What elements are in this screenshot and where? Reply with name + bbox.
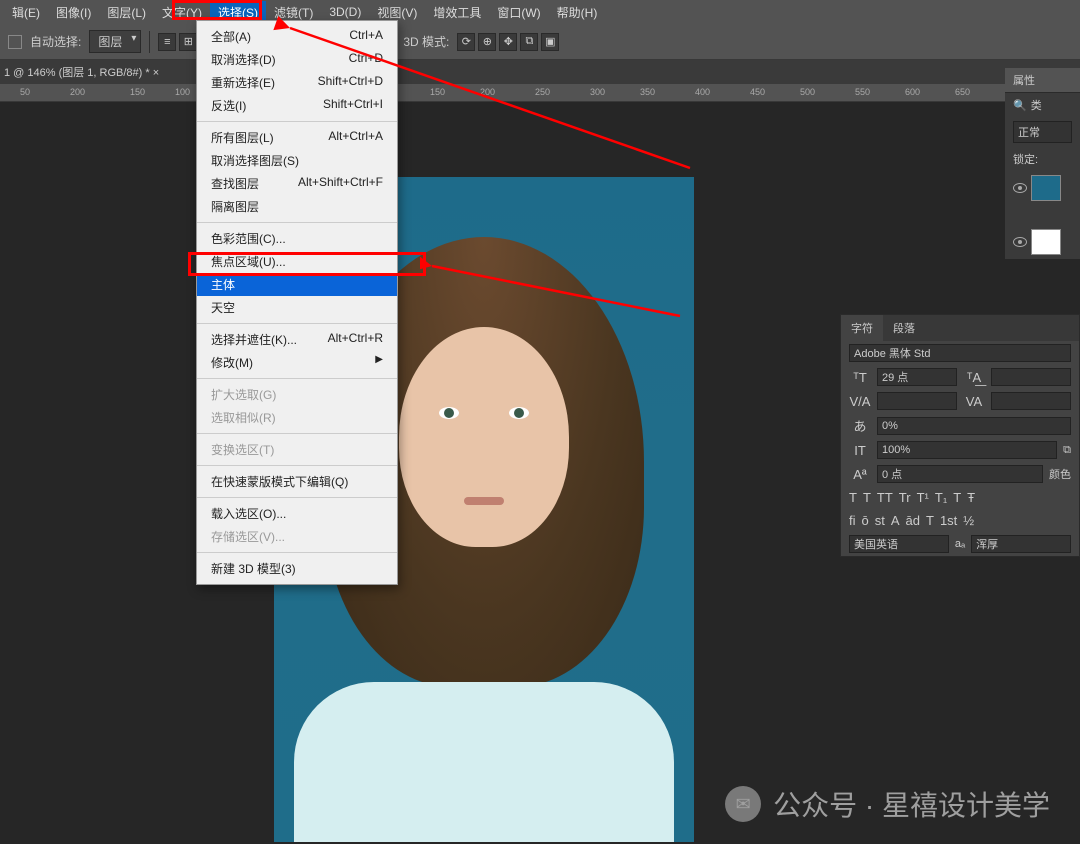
menu-item[interactable]: 选择并遮住(K)...Alt+Ctrl+R: [197, 328, 397, 351]
menu-item[interactable]: 天空: [197, 296, 397, 319]
text-style-button[interactable]: 1st: [940, 513, 957, 528]
menu-item[interactable]: 主体: [197, 273, 397, 296]
text-style-button[interactable]: st: [875, 513, 885, 528]
document-tab[interactable]: 1 @ 146% (图层 1, RGB/8#) * ×: [4, 64, 159, 80]
right-panel: 属性 🔍 类 正常 锁定:: [1005, 68, 1080, 259]
style-buttons-2: fiōst Aād T 1st ½: [841, 509, 1079, 532]
menu-item: 存储选区(V)...: [197, 525, 397, 548]
align-icon[interactable]: ≡: [158, 33, 176, 51]
text-style-button[interactable]: T: [953, 490, 961, 505]
menu-image[interactable]: 图像(I): [48, 1, 99, 24]
search-label: 类: [1031, 97, 1042, 113]
link-icon[interactable]: ⧉: [1063, 444, 1071, 457]
scale-input[interactable]: [877, 417, 1071, 435]
ruler-mark: 600: [905, 87, 920, 97]
ruler-mark: 550: [855, 87, 870, 97]
vscale-input[interactable]: [877, 441, 1057, 459]
wechat-icon: ✉: [725, 786, 761, 822]
menu-layer[interactable]: 图层(L): [99, 1, 154, 24]
scale-icon: あ: [849, 416, 871, 435]
align-icon[interactable]: ⊞: [179, 33, 197, 51]
text-style-button[interactable]: Ŧ: [967, 490, 975, 505]
leading-icon: ᵀA͟: [963, 370, 985, 385]
ruler-mark: 200: [70, 87, 85, 97]
menu-item: 变换选区(T): [197, 438, 397, 461]
tracking-icon: VA: [963, 394, 985, 409]
menu-item: 选取相似(R): [197, 406, 397, 429]
font-family[interactable]: [849, 344, 1071, 362]
ruler-mark: 100: [175, 87, 190, 97]
style-buttons-1: TTTTTrT¹T₁TŦ: [841, 486, 1079, 509]
layer-thumb-bg[interactable]: [1031, 229, 1061, 255]
text-style-button[interactable]: fi: [849, 513, 856, 528]
vscale-icon: IT: [849, 443, 871, 458]
kerning-icon: V/A: [849, 394, 871, 409]
layer-thumb-1[interactable]: [1031, 175, 1061, 201]
ruler-mark: 650: [955, 87, 970, 97]
watermark: ✉ 公众号 · 星禧设计美学: [725, 784, 1050, 824]
text-style-button[interactable]: ½: [963, 513, 974, 528]
menu-item: 扩大选取(G): [197, 383, 397, 406]
separator: [149, 31, 150, 53]
antialias-select[interactable]: [971, 535, 1071, 553]
ruler-mark: 50: [20, 87, 30, 97]
annotation-arrow-1: [260, 8, 700, 268]
search-icon: 🔍: [1013, 99, 1027, 112]
kerning-input[interactable]: [877, 392, 957, 410]
font-size-icon: ᵀT: [849, 370, 871, 385]
layer-dropdown[interactable]: 图层: [89, 30, 141, 53]
properties-tab[interactable]: 属性: [1005, 68, 1080, 93]
character-panel: 字符 段落 ᵀT ᵀA͟ V/A VA あ IT ⧉ Aª 颜色 TTTTTrT…: [840, 314, 1080, 557]
tab-paragraph[interactable]: 段落: [883, 315, 925, 341]
baseline-icon: Aª: [849, 467, 871, 482]
aa-label: aₐ: [955, 538, 965, 550]
menu-item[interactable]: 载入选区(O)...: [197, 502, 397, 525]
text-style-button[interactable]: T: [863, 490, 871, 505]
blend-mode[interactable]: 正常: [1013, 121, 1072, 143]
baseline-input[interactable]: [877, 465, 1043, 483]
menu-item[interactable]: 新建 3D 模型(3): [197, 557, 397, 580]
text-style-button[interactable]: T: [926, 513, 934, 528]
menu-edit[interactable]: 辑(E): [4, 1, 48, 24]
tab-character[interactable]: 字符: [841, 315, 883, 341]
ruler-mark: 500: [800, 87, 815, 97]
text-style-button[interactable]: A: [891, 513, 900, 528]
text-style-button[interactable]: Tr: [899, 490, 911, 505]
text-style-button[interactable]: T¹: [917, 490, 929, 505]
text-style-button[interactable]: T: [849, 490, 857, 505]
menu-item[interactable]: 在快速蒙版模式下编辑(Q): [197, 470, 397, 493]
auto-select-label: 自动选择:: [30, 33, 81, 50]
text-style-button[interactable]: ō: [862, 513, 869, 528]
visibility-icon[interactable]: [1013, 237, 1027, 247]
ruler-mark: 150: [130, 87, 145, 97]
font-size[interactable]: [877, 368, 957, 386]
watermark-text: 公众号 · 星禧设计美学: [773, 784, 1050, 824]
text-style-button[interactable]: T₁: [935, 490, 947, 505]
visibility-icon[interactable]: [1013, 183, 1027, 193]
tracking-input[interactable]: [991, 392, 1071, 410]
language-select[interactable]: [849, 535, 949, 553]
leading-input[interactable]: [991, 368, 1071, 386]
text-style-button[interactable]: ād: [906, 513, 920, 528]
menu-item[interactable]: 修改(M)▶: [197, 351, 397, 374]
ruler-mark: 450: [750, 87, 765, 97]
color-label: 颜色: [1049, 466, 1071, 482]
annotation-arrow-2: [420, 256, 700, 336]
text-style-button[interactable]: TT: [877, 490, 893, 505]
auto-select-checkbox[interactable]: [8, 35, 22, 49]
lock-label: 锁定:: [1005, 147, 1080, 171]
